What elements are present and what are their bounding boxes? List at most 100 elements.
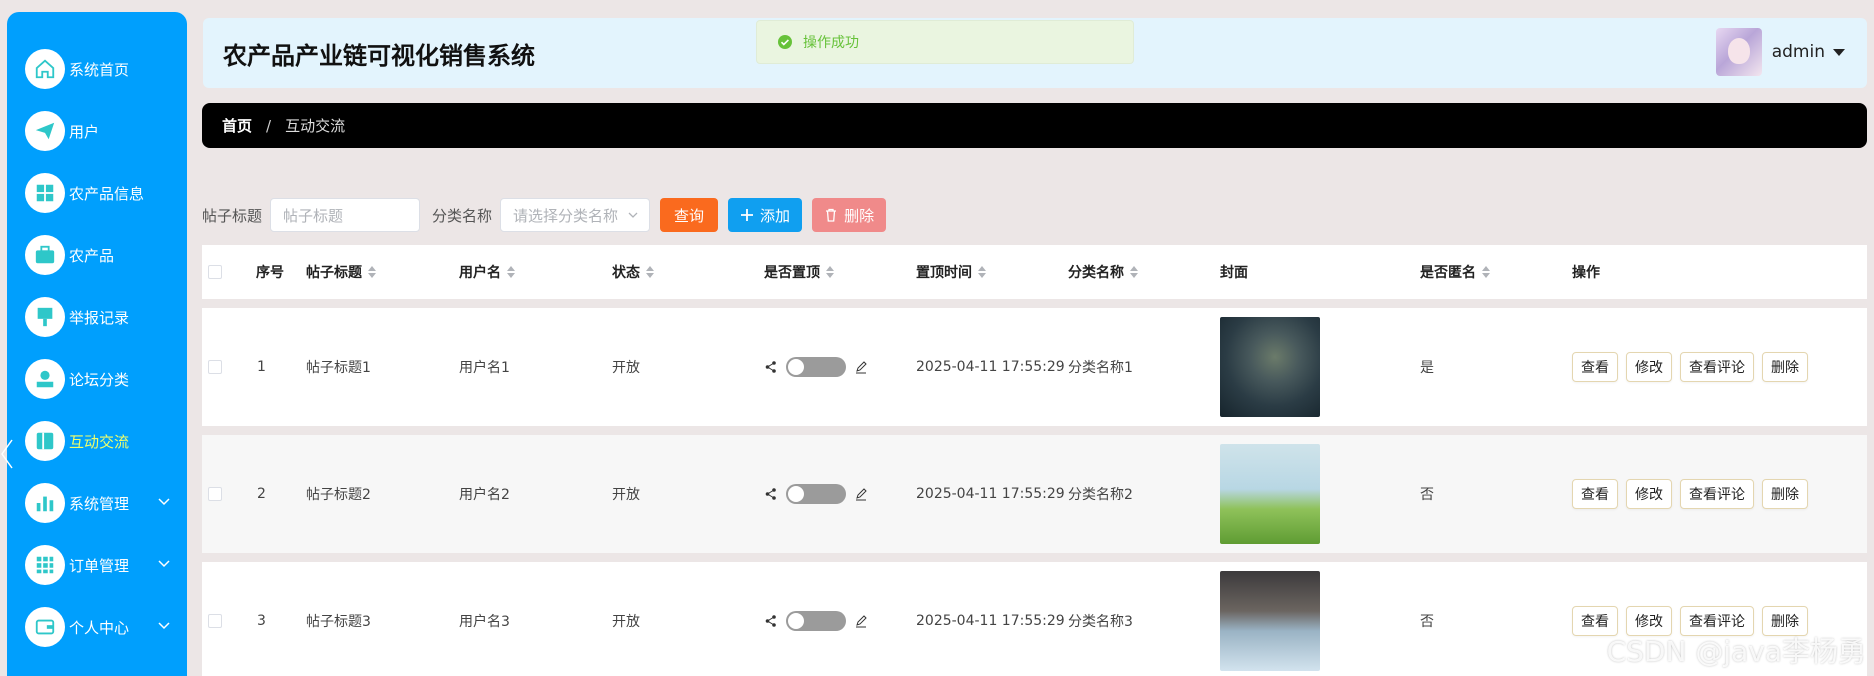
row-pin-time: 2025-04-11 17:55:29 — [916, 486, 1065, 502]
stamp-icon — [25, 359, 65, 399]
app-title: 农产品产业链可视化销售系统 — [223, 41, 535, 70]
row-category: 分类名称3 — [1068, 614, 1133, 630]
sidebar-item-label: 订单管理 — [69, 556, 130, 575]
sort-icon[interactable] — [1130, 266, 1138, 278]
column-pin-time[interactable]: 置顶时间 — [916, 262, 986, 282]
batch-delete-button[interactable]: 删除 — [812, 198, 887, 232]
success-check-icon — [778, 35, 792, 49]
breadcrumb-current: 互动交流 — [285, 117, 346, 135]
column-user-label: 用户名 — [459, 265, 501, 281]
breadcrumb-home[interactable]: 首页 — [222, 115, 252, 136]
view-comments-button[interactable]: 查看评论 — [1680, 352, 1754, 382]
sort-icon[interactable] — [507, 266, 515, 278]
sort-icon[interactable] — [646, 266, 654, 278]
delete-button[interactable]: 删除 — [1762, 479, 1808, 509]
success-toast: 操作成功 — [756, 20, 1134, 64]
column-pinned-label: 是否置顶 — [764, 265, 820, 281]
row-status: 开放 — [612, 487, 640, 503]
chevron-down-icon — [158, 560, 170, 568]
cover-image[interactable] — [1220, 317, 1320, 417]
user-menu[interactable]: admin — [1715, 28, 1845, 76]
sidebar-item-products[interactable]: 农产品 — [7, 224, 187, 286]
add-button-label: 添加 — [760, 206, 791, 225]
sidebar-item-label: 论坛分类 — [69, 370, 130, 389]
title-label: 帖子标题 — [202, 206, 263, 225]
breadcrumb-separator: / — [266, 116, 272, 135]
sidebar-item-home[interactable]: 系统首页 — [7, 38, 187, 100]
row-title: 帖子标题1 — [306, 360, 371, 376]
column-title-label: 帖子标题 — [306, 265, 362, 281]
table-row: 2 帖子标题2 用户名2 开放 2025-04-11 17:55:29 分类名称… — [202, 435, 1867, 553]
sidebar-item-personal-center[interactable]: 个人中心 — [7, 596, 187, 658]
query-button[interactable]: 查询 — [660, 198, 719, 232]
home-icon — [25, 49, 65, 89]
row-title: 帖子标题3 — [306, 614, 371, 630]
category-select-placeholder: 请选择分类名称 — [513, 206, 619, 225]
column-pinned[interactable]: 是否置顶 — [764, 262, 834, 282]
edit-button[interactable]: 修改 — [1626, 352, 1672, 382]
edit-pen-icon — [856, 615, 867, 628]
pinned-switch[interactable] — [786, 357, 846, 377]
column-title[interactable]: 帖子标题 — [306, 262, 376, 282]
pinned-switch[interactable] — [786, 611, 846, 631]
add-button[interactable]: 添加 — [728, 198, 803, 232]
sidebar-item-forum-category[interactable]: 论坛分类 — [7, 348, 187, 410]
collapse-sidebar-icon[interactable] — [0, 436, 14, 472]
sort-icon[interactable] — [1482, 266, 1490, 278]
row-status: 开放 — [612, 360, 640, 376]
avatar — [1715, 28, 1762, 76]
cover-image[interactable] — [1220, 444, 1320, 544]
title-search-input[interactable]: 帖子标题 — [270, 198, 421, 232]
sidebar-item-product-info[interactable]: 农产品信息 — [7, 162, 187, 224]
sidebar-item-label: 农产品 — [69, 246, 115, 265]
sort-icon[interactable] — [368, 266, 376, 278]
delete-button-label: 删除 — [844, 206, 875, 225]
brush-icon — [25, 297, 65, 337]
sidebar-item-users[interactable]: 用户 — [7, 100, 187, 162]
row-anonymous: 否 — [1420, 487, 1434, 503]
table-row: 1 帖子标题1 用户名1 开放 2025-04-11 17:55:29 分类名称… — [202, 308, 1867, 426]
column-user[interactable]: 用户名 — [459, 262, 515, 282]
chevron-down-icon — [628, 212, 638, 218]
book-icon — [25, 421, 65, 461]
column-status-label: 状态 — [612, 265, 640, 281]
row-user: 用户名1 — [459, 360, 510, 376]
row-index: 2 — [257, 486, 266, 502]
bar-chart-icon — [25, 483, 65, 523]
row-anonymous: 是 — [1420, 360, 1434, 376]
row-checkbox[interactable] — [208, 360, 222, 374]
sidebar-item-order-management[interactable]: 订单管理 — [7, 534, 187, 596]
row-checkbox[interactable] — [208, 614, 222, 628]
row-checkbox[interactable] — [208, 487, 222, 501]
view-comments-button[interactable]: 查看评论 — [1680, 479, 1754, 509]
sort-icon[interactable] — [826, 266, 834, 278]
caret-down-icon — [1833, 48, 1845, 56]
sidebar-item-label: 个人中心 — [69, 618, 130, 637]
category-select[interactable]: 请选择分类名称 — [500, 198, 651, 232]
column-anonymous[interactable]: 是否匿名 — [1420, 262, 1490, 282]
column-actions: 操作 — [1572, 265, 1600, 281]
column-category[interactable]: 分类名称 — [1068, 262, 1138, 282]
edit-pen-icon — [856, 488, 867, 501]
search-bar: 帖子标题 帖子标题 分类名称 请选择分类名称 查询 添加 删除 — [202, 197, 887, 233]
share-icon — [765, 615, 776, 627]
chevron-down-icon — [158, 498, 170, 506]
view-button[interactable]: 查看 — [1572, 352, 1618, 382]
sidebar-item-interaction[interactable]: 互动交流 — [7, 410, 187, 472]
sidebar: 系统首页 用户 农产品信息 农产品 举报记录 论坛分类 互动交流 系统管理 订单… — [7, 12, 187, 676]
row-index: 3 — [257, 613, 266, 629]
delete-button[interactable]: 删除 — [1762, 352, 1808, 382]
edit-pen-icon — [856, 361, 867, 374]
view-button[interactable]: 查看 — [1572, 479, 1618, 509]
sort-icon[interactable] — [978, 266, 986, 278]
trash-icon — [826, 208, 837, 222]
edit-button[interactable]: 修改 — [1626, 479, 1672, 509]
select-all-checkbox[interactable] — [208, 265, 222, 279]
column-status[interactable]: 状态 — [612, 262, 654, 282]
sidebar-item-system-management[interactable]: 系统管理 — [7, 472, 187, 534]
cover-image[interactable] — [1220, 571, 1320, 671]
column-anonymous-label: 是否匿名 — [1420, 265, 1476, 281]
pinned-switch[interactable] — [786, 484, 846, 504]
sidebar-item-reports[interactable]: 举报记录 — [7, 286, 187, 348]
row-category: 分类名称1 — [1068, 360, 1133, 376]
